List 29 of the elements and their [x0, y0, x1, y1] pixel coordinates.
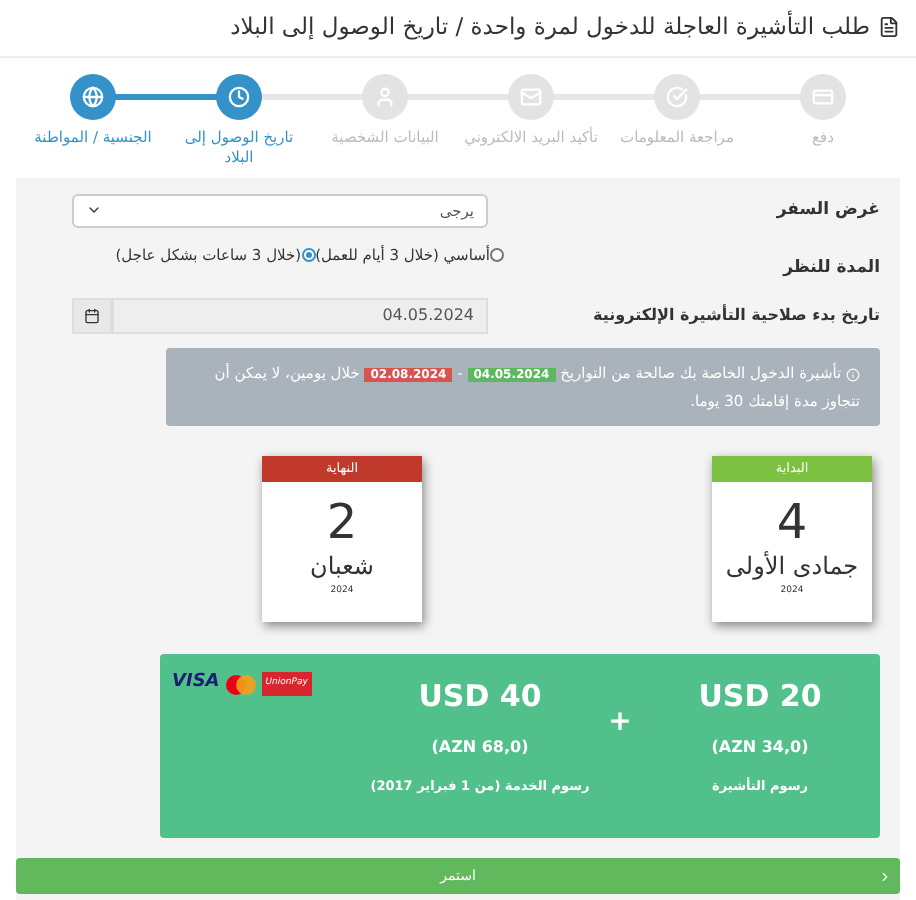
- calendar-icon: [84, 308, 100, 325]
- calendar-month: جمادى الأولى: [725, 552, 859, 583]
- calendar-day: 2: [326, 492, 358, 553]
- fee-local-amount: (AZN 34,0): [711, 735, 809, 760]
- plus-sign: +: [606, 704, 634, 743]
- date-field[interactable]: 04.05.2024: [112, 298, 488, 335]
- user-icon: [374, 86, 396, 109]
- calendar-button[interactable]: [72, 298, 112, 335]
- fee-local-amount: (AZN 68,0): [431, 735, 529, 760]
- clock-icon: [228, 86, 250, 109]
- field-label: غرض السفر: [774, 197, 880, 224]
- radio-button[interactable]: [490, 248, 504, 263]
- visa-logo: VISA: [172, 670, 220, 697]
- card-icon: [812, 86, 834, 109]
- mail-icon: [520, 86, 542, 109]
- mastercard-logo: [223, 673, 258, 695]
- fee-amount: USD 20: [698, 676, 822, 719]
- document-icon: [878, 16, 900, 39]
- calendar-day: 4: [776, 492, 808, 553]
- caret-icon: [878, 869, 892, 884]
- field-label: تاريخ بدء صلاحية التأشيرة الإلكترونية: [591, 304, 880, 329]
- fee-amount: USD 40: [418, 676, 542, 719]
- globe-icon: [82, 86, 104, 109]
- radio-button[interactable]: [301, 248, 316, 263]
- info-icon: [846, 367, 860, 382]
- calendar-month: شعبان: [310, 552, 374, 583]
- field-label: المدة للنظر: [780, 256, 880, 282]
- check-icon: [666, 86, 688, 109]
- page-title: طلب التأشيرة العاجلة للدخول لمرة واحدة / تاريخ الوصول إلى البلاد: [230, 10, 870, 44]
